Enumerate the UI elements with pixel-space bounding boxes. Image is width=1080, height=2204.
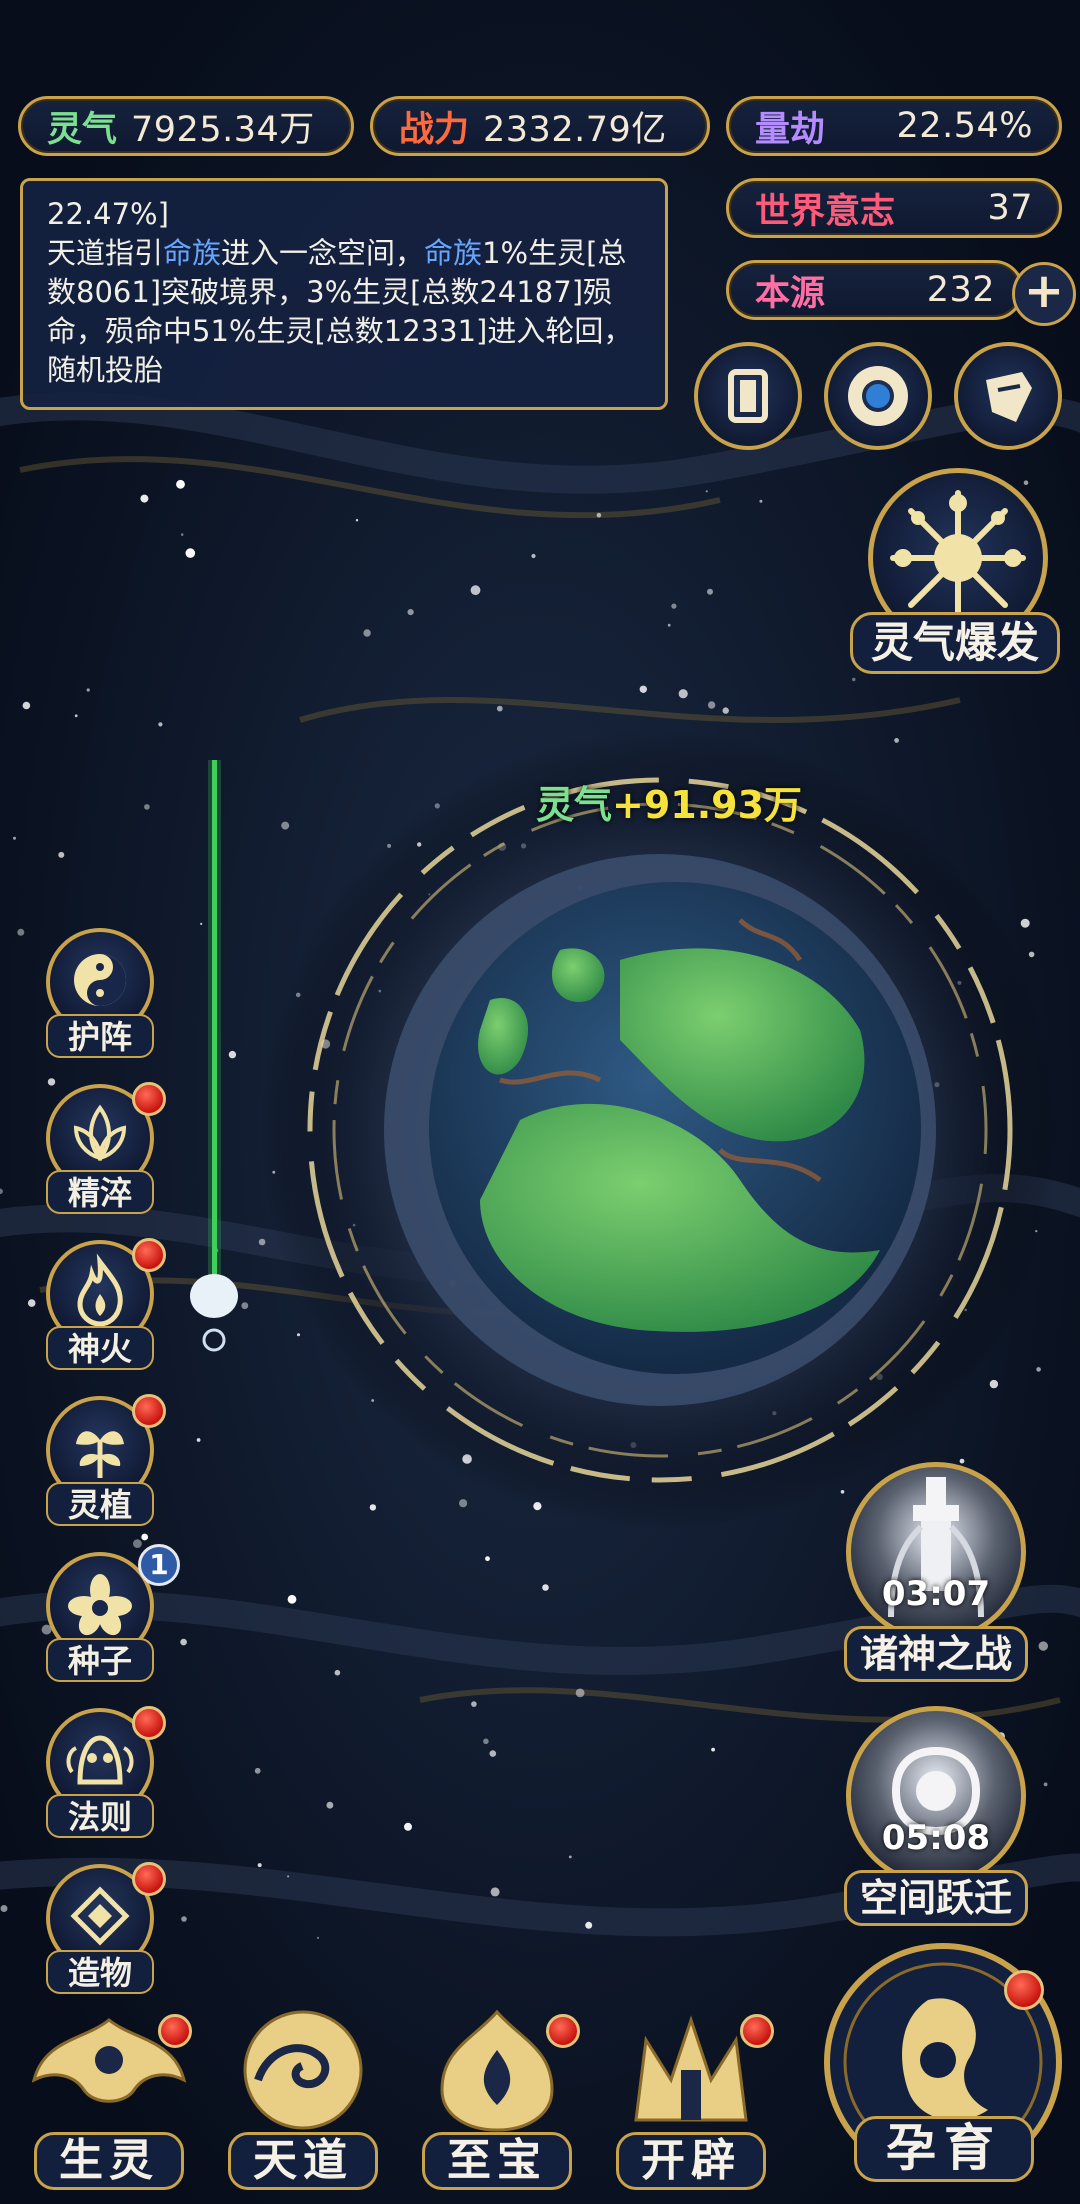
burst-button-label[interactable]: 灵气爆发: [850, 612, 1060, 674]
timer-kongjian-label: 空间跃迁: [844, 1870, 1028, 1926]
log-highlight-mingzu-1: 命族: [163, 236, 222, 270]
cards-button[interactable]: [694, 342, 802, 450]
side-button-shenhuo[interactable]: 神火: [40, 1238, 166, 1370]
main-action-yunyu-button[interactable]: 孕育: [818, 1940, 1068, 2194]
shijie-yizhi-value: 37: [987, 188, 1033, 228]
lingqi-label: 灵气: [47, 109, 118, 150]
wave-swirl-icon: [243, 2010, 363, 2130]
timer-zhushen-label: 诸神之战: [844, 1626, 1028, 1682]
side-button-faze[interactable]: 法则: [40, 1706, 166, 1838]
war-statue-icon: [846, 1462, 1026, 1642]
log-line-1: 22.47%]: [47, 197, 169, 231]
nav-tiandao[interactable]: 天道: [214, 2000, 392, 2190]
side-button-zaowu[interactable]: 造物: [40, 1862, 166, 1994]
notification-dot: [158, 2014, 192, 2048]
cards-icon: [728, 369, 768, 423]
side-button-zhongzi[interactable]: 种子 1: [40, 1544, 180, 1682]
side-label-faze: 法则: [46, 1794, 154, 1838]
side-label-lingzhi: 灵植: [46, 1482, 154, 1526]
main-action-label: 孕育: [854, 2116, 1034, 2182]
timer-button-kongjian[interactable]: 05:08 空间跃迁: [836, 1706, 1036, 1926]
side-button-huzhen[interactable]: 护阵: [40, 928, 160, 1058]
log-body: 天道指引命族进入一念空间，命族1%生灵[总数8061]突破境界，3%生灵[总数2…: [47, 234, 641, 390]
liangjie-stat: 量劫 22.54%: [726, 96, 1062, 156]
notification-dot: [132, 1862, 166, 1896]
side-label-zaowu: 造物: [46, 1950, 154, 1994]
side-label-jingcui: 精淬: [46, 1170, 154, 1214]
benyuan-add-button[interactable]: +: [1012, 262, 1076, 326]
count-badge: 1: [138, 1544, 180, 1586]
portal-swirl-icon: [846, 1706, 1026, 1886]
notification-dot: [132, 1394, 166, 1428]
liangjie-value: 22.54%: [896, 106, 1033, 146]
nav-zhibao[interactable]: 至宝: [408, 2000, 586, 2190]
side-label-huzhen: 护阵: [46, 1014, 154, 1058]
timer-zhushen-time: 03:07: [881, 1574, 991, 1614]
scroll-icon: [986, 372, 1032, 422]
notification-dot: [132, 1238, 166, 1272]
notification-dot: [132, 1706, 166, 1740]
nav-label-zhibao: 至宝: [422, 2132, 572, 2190]
side-button-lingzhi[interactable]: 灵植: [40, 1394, 166, 1526]
nav-kaipi[interactable]: 开辟: [602, 2000, 780, 2190]
nav-shengling[interactable]: 生灵: [20, 2000, 198, 2190]
notification-dot: [132, 1082, 166, 1116]
benyuan-value: 232: [926, 270, 995, 310]
benyuan-stat: 本源 232: [726, 260, 1024, 320]
side-button-jingcui[interactable]: 精淬: [40, 1082, 166, 1214]
lingqi-value: 7925.34万: [131, 109, 315, 150]
timer-kongjian-time: 05:08: [881, 1818, 991, 1858]
side-label-zhongzi: 种子: [46, 1638, 154, 1682]
notification-dot: [740, 2014, 774, 2048]
zhanli-value: 2332.79亿: [483, 109, 667, 150]
gain-label: 灵气: [536, 783, 613, 827]
notification-dot: [1004, 1970, 1044, 2010]
log-seg-1: 天道指引: [47, 236, 164, 270]
log-seg-3: 进入一念空间，: [221, 236, 425, 270]
spin-button[interactable]: [824, 342, 932, 450]
shijie-yizhi-label: 世界意志: [755, 191, 896, 232]
scroll-button[interactable]: [954, 342, 1062, 450]
zhanli-label: 战力: [399, 109, 470, 150]
nav-label-shengling: 生灵: [34, 2132, 184, 2190]
shijie-yizhi-stat: 世界意志 37: [726, 178, 1062, 238]
timer-button-zhushen[interactable]: 03:07 诸神之战: [836, 1462, 1036, 1682]
liangjie-label: 量劫: [755, 109, 826, 150]
nav-label-kaipi: 开辟: [616, 2132, 766, 2190]
nav-label-tiandao: 天道: [228, 2132, 378, 2190]
benyuan-label: 本源: [755, 273, 826, 314]
crystal-seed[interactable]: [188, 1270, 240, 1354]
lingqi-stat: 灵气 7925.34万: [18, 96, 354, 156]
zhanli-stat: 战力 2332.79亿: [370, 96, 710, 156]
gain-value: +91.93万: [612, 783, 803, 827]
lingqi-gain-popup: 灵气+91.93万: [536, 774, 802, 829]
side-label-shenhuo: 神火: [46, 1326, 154, 1370]
notification-dot: [546, 2014, 580, 2048]
log-highlight-mingzu-2: 命族: [424, 236, 483, 270]
event-log: 22.47%] 天道指引命族进入一念空间，命族1%生灵[总数8061]突破境界，…: [20, 178, 668, 410]
world-planet[interactable]: [384, 854, 936, 1406]
swirl-icon: [848, 366, 908, 426]
